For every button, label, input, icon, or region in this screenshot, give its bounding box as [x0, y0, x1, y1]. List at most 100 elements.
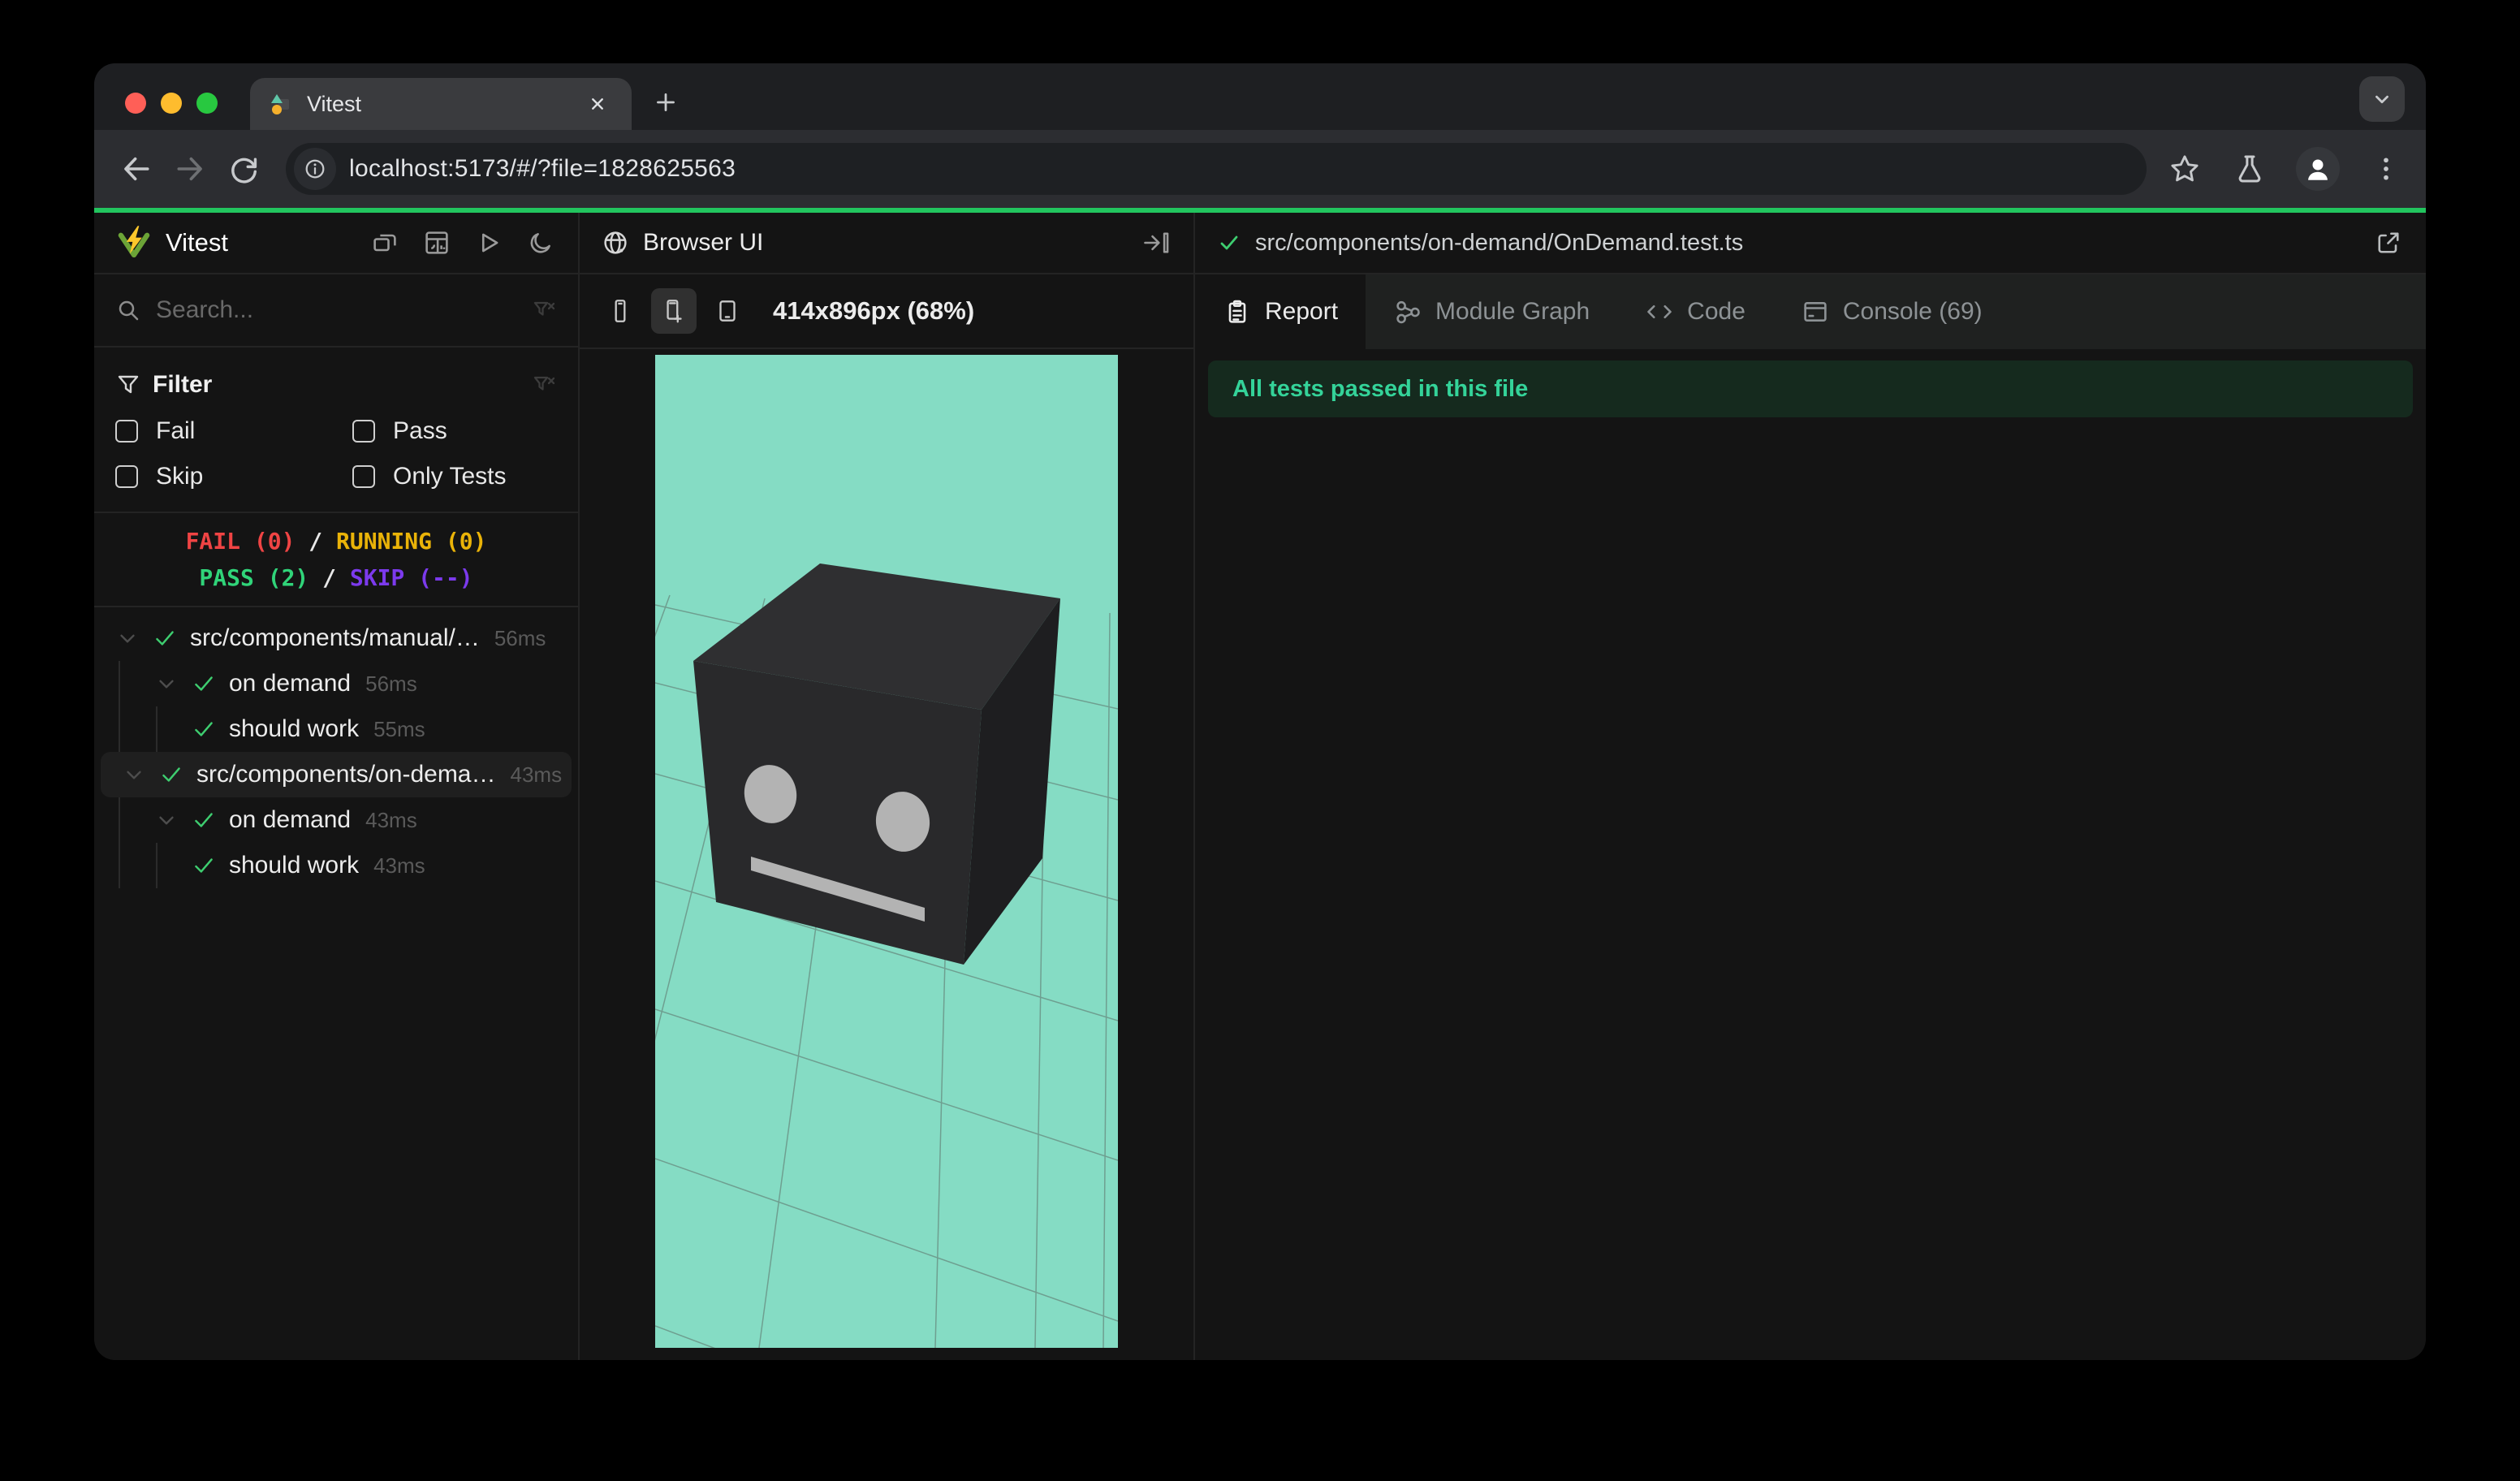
check-icon	[158, 761, 185, 788]
device-phone-add-button[interactable]	[651, 288, 697, 334]
tab-label: Console (69)	[1842, 298, 1983, 325]
search-input[interactable]	[156, 296, 516, 324]
run-all-play-icon[interactable]	[472, 227, 505, 259]
tab-close-icon[interactable]	[581, 88, 614, 120]
open-external-icon[interactable]	[2372, 227, 2405, 259]
url-text: localhost:5173/#/?file=1828625563	[349, 155, 736, 182]
tests-passed-banner: All tests passed in this file	[1208, 361, 2413, 417]
test-explorer-sidebar: Vitest Search... Filter Fail Pass Skip O…	[94, 213, 580, 1360]
chevron-down-icon[interactable]	[120, 761, 148, 788]
report-panel-header: src/components/on-demand/OnDemand.test.t…	[1195, 213, 2426, 274]
checkbox[interactable]	[115, 465, 138, 488]
test-label: should work	[229, 852, 360, 879]
dark-mode-moon-icon[interactable]	[524, 227, 557, 259]
browser-tabstrip: Vitest	[94, 63, 2426, 130]
filter-checkbox-fail[interactable]: Fail	[115, 417, 352, 445]
checkbox-label: Fail	[156, 417, 196, 444]
checkbox-label: Pass	[393, 417, 447, 444]
search-bar	[94, 274, 578, 348]
clear-filter-icon[interactable]	[531, 372, 557, 398]
check-icon	[1216, 230, 1242, 256]
filter-options: Fail Pass Skip Only Tests	[115, 417, 557, 490]
app-title: Vitest	[166, 228, 228, 257]
search-icon	[115, 297, 141, 323]
bookmark-star-icon[interactable]	[2166, 150, 2203, 188]
window-minimize-button[interactable]	[161, 93, 182, 114]
check-icon	[190, 715, 218, 743]
tree-guide	[119, 706, 120, 752]
tab-label: Report	[1265, 298, 1339, 325]
tree-row-suite[interactable]: on demand 43ms	[94, 797, 578, 843]
chevron-down-icon[interactable]	[153, 670, 180, 697]
tab-code[interactable]: Code	[1617, 274, 1773, 349]
pass-count: PASS (2)	[199, 564, 309, 591]
test-tree: src/components/manual/… 56ms on demand 56ms…	[94, 607, 578, 1360]
filter-checkbox-skip[interactable]: Skip	[115, 463, 352, 490]
filter-checkbox-pass[interactable]: Pass	[352, 417, 557, 445]
device-toolbar: 414x896px (68%)	[580, 274, 1193, 349]
tab-report[interactable]: Report	[1195, 274, 1366, 349]
check-icon	[190, 670, 218, 697]
check-icon	[151, 624, 179, 652]
tree-row-test[interactable]: should work 55ms	[94, 706, 578, 752]
tree-guide	[119, 797, 120, 843]
browser-panel-title: Browser UI	[643, 229, 764, 256]
test-label: src/components/on-dema…	[196, 761, 496, 788]
menu-kebab-icon[interactable]	[2367, 150, 2405, 188]
filter-title: Filter	[153, 371, 213, 398]
test-duration: 43ms	[510, 762, 563, 787]
browser-tab-vitest[interactable]: Vitest	[250, 78, 632, 130]
experiments-flask-icon[interactable]	[2231, 150, 2268, 188]
test-duration: 56ms	[494, 625, 546, 650]
tab-module-graph[interactable]: Module Graph	[1366, 274, 1617, 349]
browser-panel-header: Browser UI	[580, 213, 1193, 274]
window-zoom-button[interactable]	[196, 93, 218, 114]
window-controls	[94, 93, 250, 130]
check-icon	[190, 852, 218, 879]
clear-search-filter-icon[interactable]	[531, 297, 557, 323]
chevron-down-icon[interactable]	[114, 624, 141, 652]
test-duration: 56ms	[365, 671, 417, 696]
test-duration: 43ms	[365, 807, 417, 832]
test-duration: 43ms	[373, 853, 425, 878]
browser-preview-viewport[interactable]	[655, 355, 1118, 1348]
window-close-button[interactable]	[125, 93, 146, 114]
dashboard-icon[interactable]	[421, 227, 453, 259]
address-bar[interactable]: localhost:5173/#/?file=1828625563	[286, 143, 2147, 195]
report-content: All tests passed in this file	[1195, 349, 2426, 429]
site-info-icon[interactable]	[294, 148, 336, 190]
checkbox[interactable]	[115, 420, 138, 443]
device-tablet-button[interactable]	[705, 288, 750, 334]
tree-row-file[interactable]: src/components/on-dema… 43ms	[101, 752, 572, 797]
reload-icon[interactable]	[222, 148, 265, 190]
collapse-windows-icon[interactable]	[369, 227, 401, 259]
tree-row-suite[interactable]: on demand 56ms	[94, 661, 578, 706]
dock-panel-right-icon[interactable]	[1140, 227, 1172, 259]
tree-row-file[interactable]: src/components/manual/… 56ms	[94, 615, 578, 661]
report-tabbar: Report Module Graph Code Console (69)	[1195, 274, 2426, 349]
new-tab-button[interactable]	[645, 81, 687, 123]
test-label: on demand	[229, 670, 352, 697]
tree-row-test[interactable]: should work 43ms	[94, 843, 578, 888]
filter-checkbox-only-tests[interactable]: Only Tests	[352, 463, 557, 490]
checkbox[interactable]	[352, 465, 375, 488]
funnel-icon	[115, 372, 141, 398]
profile-avatar[interactable]	[2296, 147, 2340, 191]
checkbox[interactable]	[352, 420, 375, 443]
tab-search-button[interactable]	[2359, 76, 2405, 122]
forward-icon[interactable]	[169, 148, 211, 190]
browser-ui-panel: Browser UI 414x896px (68%)	[580, 213, 1195, 1360]
preview-area	[580, 349, 1193, 1360]
checkbox-label: Skip	[156, 463, 204, 490]
test-label: on demand	[229, 806, 352, 833]
code-icon	[1645, 297, 1674, 326]
vitest-ui-page: Vitest Search... Filter Fail Pass Skip O…	[94, 208, 2426, 1360]
checkbox-label: Only Tests	[393, 463, 507, 490]
device-phone-button[interactable]	[598, 288, 643, 334]
running-count: RUNNING (0)	[336, 528, 487, 555]
back-icon[interactable]	[115, 148, 158, 190]
viewport-size-label: 414x896px (68%)	[773, 296, 975, 325]
tab-console-69[interactable]: Console (69)	[1773, 274, 2010, 349]
chevron-down-icon[interactable]	[153, 806, 180, 834]
robot-cube	[693, 563, 1060, 965]
